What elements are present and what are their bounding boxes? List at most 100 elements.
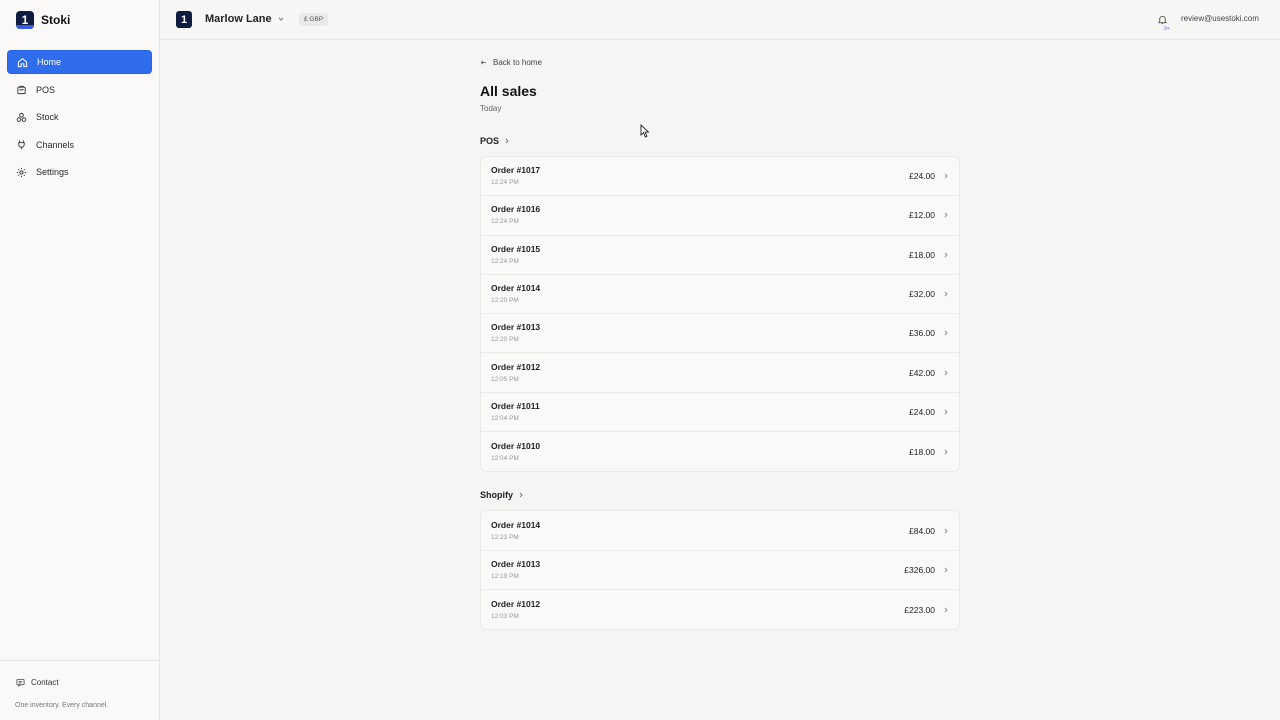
- order-time: 12:05 PM: [491, 375, 519, 383]
- order-amount: £326.00: [904, 564, 935, 575]
- chevron-right-icon: [944, 291, 948, 297]
- order-row[interactable]: Order #1013 12:19 PM £326.00: [481, 551, 959, 590]
- store-switcher[interactable]: Marlow Lane: [205, 13, 285, 25]
- order-row[interactable]: Order #1015 12:24 PM £18.00: [481, 236, 959, 275]
- order-row[interactable]: Order #1014 12:20 PM £32.00: [481, 275, 959, 315]
- pos-orders-list: Order #1017 12:24 PM £24.00 Order #1016 12:…: [480, 156, 960, 473]
- app-name: Stoki: [41, 13, 71, 27]
- sidebar-item-channels[interactable]: Channels: [7, 133, 152, 157]
- chevron-right-icon: [944, 173, 948, 179]
- order-row[interactable]: Order #1013 12:20 PM £36.00: [481, 314, 959, 354]
- order-title: Order #1016: [491, 204, 541, 215]
- sidebar-item-settings[interactable]: Settings: [7, 160, 152, 184]
- order-title: Order #1012: [491, 361, 541, 372]
- order-amount: £42.00: [909, 367, 935, 378]
- order-time: 12:24 PM: [491, 179, 519, 187]
- bell-icon: [1157, 15, 1168, 25]
- sidebar-item-pos[interactable]: POS: [7, 78, 152, 102]
- order-row[interactable]: Order #1010 12:04 PM £18.00: [481, 432, 959, 471]
- home-icon: [17, 57, 28, 67]
- chevron-right-icon: [944, 370, 948, 375]
- order-time: 12:23 PM: [491, 533, 519, 541]
- order-time: 12:04 PM: [491, 454, 519, 462]
- order-amount: £32.00: [909, 289, 935, 300]
- sidebar-footer: Contact One inventory. Every channel.: [0, 660, 160, 720]
- chevron-right-icon: [944, 607, 948, 612]
- order-row[interactable]: Order #1017 12:24 PM £24.00: [481, 157, 959, 197]
- order-amount: £84.00: [909, 525, 935, 536]
- back-label: Back to home: [493, 57, 542, 67]
- order-row[interactable]: Order #1011 12:04 PM £24.00: [481, 393, 959, 433]
- section-header-shopify[interactable]: Shopify: [480, 489, 960, 501]
- order-time: 12:04 PM: [491, 414, 519, 422]
- message-icon: [16, 678, 25, 687]
- order-time: 12:20 PM: [491, 297, 519, 305]
- chevron-right-icon: [944, 528, 948, 533]
- shopify-orders-list: Order #1014 12:23 PM £84.00 Order #1013 12:…: [480, 510, 960, 631]
- order-amount: £24.00: [909, 171, 935, 182]
- order-row[interactable]: Order #1012 12:05 PM £42.00: [481, 353, 959, 393]
- sidebar: 1 Stoki Home POS Stock Channels Settings…: [0, 0, 160, 720]
- order-title: Order #1010: [491, 440, 541, 451]
- order-time: 12:19 PM: [491, 572, 519, 580]
- page-subtitle: Today: [480, 104, 502, 113]
- order-amount: £12.00: [909, 210, 935, 221]
- page-title: All sales: [480, 83, 537, 99]
- sidebar-item-home[interactable]: Home: [7, 50, 152, 74]
- main-content: Back to home All sales Today POS Order #…: [480, 56, 960, 631]
- currency-badge: £ GBP: [299, 13, 329, 26]
- contact-link[interactable]: Contact: [16, 678, 59, 687]
- user-email[interactable]: review@usestoki.com: [1181, 14, 1259, 23]
- sidebar-item-label: Home: [37, 57, 62, 67]
- back-to-home-link[interactable]: Back to home: [480, 56, 960, 68]
- order-time: 12:24 PM: [491, 218, 519, 226]
- section-title: POS: [480, 136, 500, 146]
- order-time: 12:24 PM: [491, 257, 519, 265]
- sidebar-item-label: Stock: [36, 112, 59, 122]
- order-row[interactable]: Order #1012 12:03 PM £223.00: [481, 590, 959, 629]
- store-name: Marlow Lane: [205, 13, 272, 25]
- chevron-right-icon: [944, 331, 948, 336]
- section-header-pos[interactable]: POS: [480, 135, 960, 147]
- order-time: 12:03 PM: [491, 612, 519, 620]
- store-logo: 1: [176, 11, 192, 28]
- order-amount: £24.00: [909, 406, 935, 417]
- brand[interactable]: 1 Stoki: [16, 10, 70, 30]
- order-row[interactable]: Order #1016 12:24 PM £12.00: [481, 196, 959, 236]
- section-title: Shopify: [480, 490, 513, 501]
- notifications-button[interactable]: 9+: [1157, 12, 1170, 32]
- arrow-left-icon: [480, 59, 487, 65]
- bag-icon: [17, 85, 26, 95]
- top-bar: 1 Marlow Lane £ GBP 9+ review@usestoki.c…: [160, 0, 1280, 40]
- chevron-right-icon: [944, 213, 948, 218]
- order-title: Order #1014: [491, 519, 541, 530]
- order-amount: £18.00: [909, 249, 935, 260]
- order-title: Order #1011: [491, 400, 540, 411]
- sidebar-item-stock[interactable]: Stock: [7, 105, 152, 129]
- order-title: Order #1012: [491, 598, 541, 609]
- boxes-icon: [16, 112, 27, 122]
- order-time: 12:20 PM: [491, 336, 519, 344]
- chevron-right-icon: [944, 449, 948, 455]
- order-title: Order #1013: [491, 558, 541, 569]
- sidebar-item-label: POS: [36, 84, 56, 95]
- chevron-down-icon: [278, 17, 283, 21]
- order-row[interactable]: Order #1014 12:23 PM £84.00: [481, 511, 959, 551]
- order-title: Order #1013: [491, 322, 541, 333]
- contact-label: Contact: [31, 678, 59, 687]
- order-title: Order #1017: [491, 165, 541, 176]
- order-amount: £36.00: [909, 328, 935, 339]
- chevron-right-icon: [944, 567, 948, 573]
- order-amount: £18.00: [909, 446, 935, 457]
- chevron-right-icon: [519, 493, 523, 498]
- sidebar-nav: Home POS Stock Channels Settings: [7, 50, 152, 188]
- chevron-right-icon: [944, 252, 948, 258]
- order-title: Order #1015: [491, 243, 541, 254]
- chevron-right-icon: [944, 409, 948, 415]
- gear-icon: [16, 167, 27, 177]
- notification-badge: 9+: [1164, 26, 1170, 32]
- plug-icon: [18, 140, 25, 150]
- mouse-cursor-icon: [640, 124, 650, 138]
- tagline: One inventory. Every channel.: [15, 702, 109, 709]
- order-amount: £223.00: [904, 604, 935, 615]
